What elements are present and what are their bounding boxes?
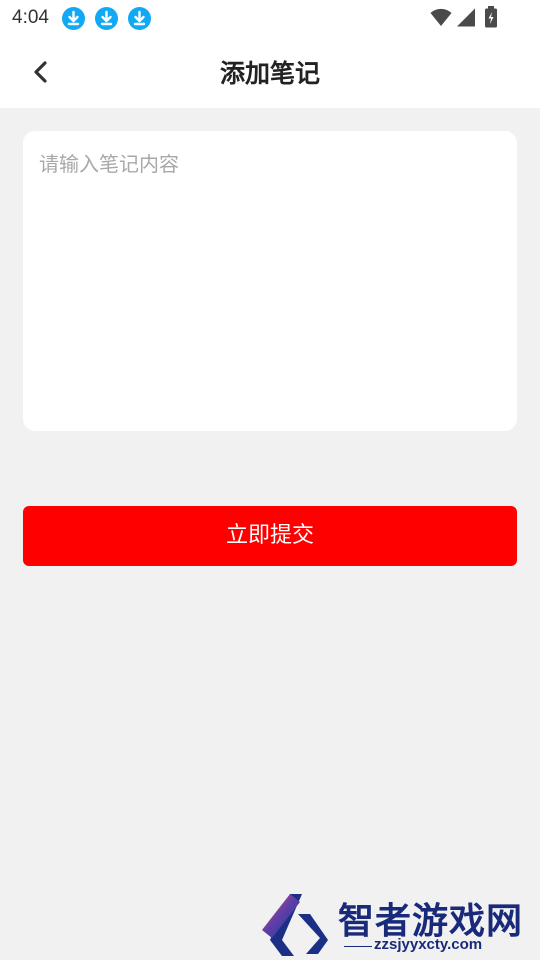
status-time: 4:04 bbox=[12, 7, 49, 28]
note-content-box bbox=[23, 131, 517, 431]
download-icon bbox=[62, 7, 85, 30]
download-icon bbox=[128, 7, 151, 30]
watermark-url: zzsjyyxcty.com bbox=[374, 936, 483, 953]
watermark-logo: 智者游戏网 zzsjyyxcty.com bbox=[258, 888, 540, 960]
signal-icon bbox=[457, 8, 475, 27]
note-content-input[interactable] bbox=[23, 131, 517, 431]
download-icon bbox=[95, 7, 118, 30]
submit-button[interactable]: 立即提交 bbox=[23, 506, 517, 566]
app-header: 添加笔记 bbox=[0, 36, 540, 108]
watermark-divider bbox=[344, 946, 372, 947]
battery-charging-icon bbox=[485, 6, 497, 28]
page-title: 添加笔记 bbox=[219, 59, 320, 88]
status-bar: 4:04 bbox=[0, 0, 540, 36]
brand-logo-icon bbox=[262, 894, 328, 956]
wifi-icon bbox=[430, 8, 452, 26]
